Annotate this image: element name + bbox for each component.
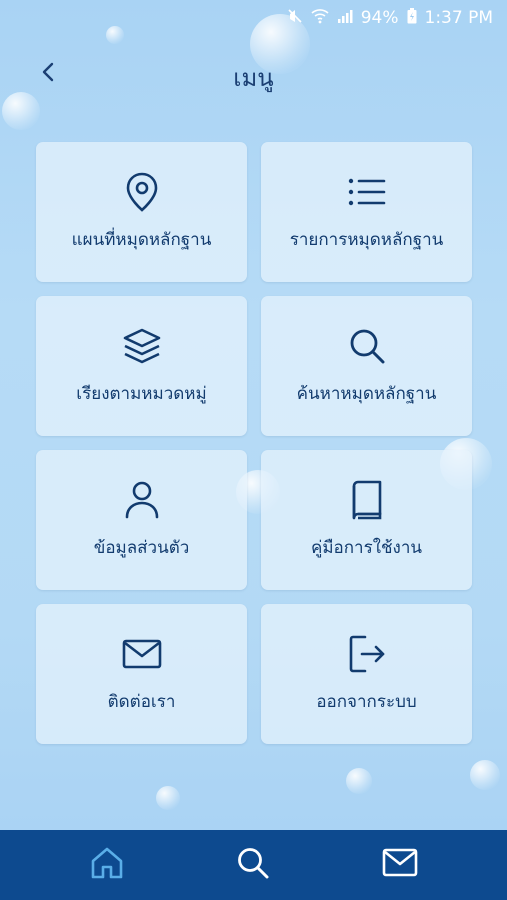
mute-icon (287, 8, 303, 28)
menu-tile-label: เรียงตามหมวดหมู่ (76, 383, 207, 404)
menu-tile-label: ค้นหาหมุดหลักฐาน (296, 383, 437, 404)
menu-grid: แผนที่หมุดหลักฐาน รายการหมุดหลักฐาน เรีย… (36, 142, 472, 744)
menu-tile-contact[interactable]: ติดต่อเรา (36, 604, 247, 744)
wifi-icon (311, 8, 329, 28)
nav-mail-button[interactable] (378, 843, 422, 887)
menu-tile-label: รายการหมุดหลักฐาน (289, 229, 444, 250)
battery-icon (407, 8, 417, 28)
battery-percent: 94% (360, 8, 399, 28)
mail-icon (122, 634, 162, 674)
menu-tile-search[interactable]: ค้นหาหมุดหลักฐาน (261, 296, 472, 436)
status-bar: 94% 1:37 PM (0, 0, 507, 36)
home-icon (90, 846, 124, 884)
book-icon (347, 480, 387, 520)
layers-icon (122, 326, 162, 366)
map-pin-icon (122, 172, 162, 212)
menu-tile-categories[interactable]: เรียงตามหมวดหมู่ (36, 296, 247, 436)
signal-icon (337, 8, 353, 28)
mail-icon (382, 848, 418, 882)
background-bubble (470, 760, 500, 790)
menu-tile-label: แผนที่หมุดหลักฐาน (71, 229, 212, 250)
logout-icon (347, 634, 387, 674)
page-title: เมนู (233, 64, 274, 92)
menu-tile-manual[interactable]: คู่มือการใช้งาน (261, 450, 472, 590)
nav-search-button[interactable] (231, 843, 275, 887)
menu-tile-list[interactable]: รายการหมุดหลักฐาน (261, 142, 472, 282)
menu-tile-map[interactable]: แผนที่หมุดหลักฐาน (36, 142, 247, 282)
menu-tile-logout[interactable]: ออกจากระบบ (261, 604, 472, 744)
menu-tile-label: ออกจากระบบ (316, 691, 417, 712)
menu-tile-label: ข้อมูลส่วนตัว (93, 537, 190, 558)
bottom-nav (0, 830, 507, 900)
list-icon (347, 172, 387, 212)
background-bubble (156, 786, 180, 810)
status-time: 1:37 PM (424, 8, 494, 28)
background-bubble (346, 768, 372, 794)
user-icon (122, 480, 162, 520)
menu-tile-profile[interactable]: ข้อมูลส่วนตัว (36, 450, 247, 590)
header: เมนู (0, 52, 507, 100)
search-icon (347, 326, 387, 366)
search-icon (236, 846, 270, 884)
menu-tile-label: ติดต่อเรา (107, 691, 176, 712)
menu-tile-label: คู่มือการใช้งาน (310, 537, 423, 558)
nav-home-button[interactable] (85, 843, 129, 887)
